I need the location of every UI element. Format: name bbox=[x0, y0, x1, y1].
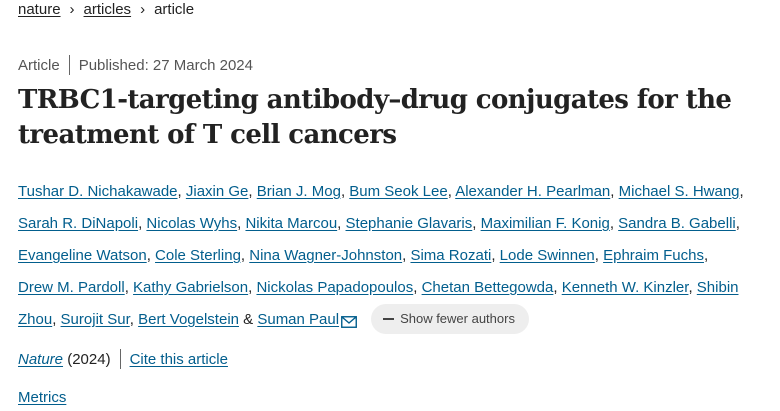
author-link-shibin[interactable]: Shibin bbox=[697, 279, 739, 296]
author-link[interactable]: Tushar D. Nichakawade bbox=[18, 183, 178, 200]
author-link[interactable]: Sandra B. Gabelli bbox=[618, 215, 736, 232]
envelope-icon[interactable] bbox=[341, 308, 358, 340]
author-link[interactable]: Drew M. Pardoll bbox=[18, 279, 125, 296]
author-link[interactable]: Stephanie Glavaris bbox=[346, 215, 473, 232]
minus-icon bbox=[383, 318, 395, 321]
journal-name-link[interactable]: Nature bbox=[18, 351, 63, 368]
author-link[interactable]: Brian J. Mog bbox=[257, 183, 341, 200]
author-link[interactable]: Alexander H. Pearlman bbox=[455, 183, 610, 200]
author-link[interactable]: Nikita Marcou bbox=[245, 215, 337, 232]
meta-divider bbox=[68, 55, 70, 75]
title-line-2: treatment of T cell cancers bbox=[18, 120, 397, 150]
breadcrumb-articles-link[interactable]: articles bbox=[84, 1, 132, 18]
author-list: Tushar D. Nichakawade, Jiaxin Ge, Brian … bbox=[18, 176, 773, 340]
author-link[interactable]: Nickolas Papadopoulos bbox=[256, 279, 413, 296]
author-link[interactable]: Nicolas Wyhs bbox=[146, 215, 237, 232]
author-link[interactable]: Sima Rozati bbox=[410, 247, 491, 264]
author-link[interactable]: Bum Seok Lee bbox=[349, 183, 447, 200]
author-link[interactable]: Maximilian F. Konig bbox=[481, 215, 610, 232]
author-link[interactable]: Nina Wagner-Johnston bbox=[249, 247, 402, 264]
author-link[interactable]: Jiaxin Ge bbox=[186, 183, 249, 200]
author-link-zhou[interactable]: Zhou bbox=[18, 311, 52, 328]
title-line-1: TRBC1-targeting antibody–drug conjugates… bbox=[18, 85, 732, 115]
show-fewer-authors-button[interactable]: Show fewer authors bbox=[371, 304, 529, 335]
author-link[interactable]: Chetan Bettegowda bbox=[422, 279, 554, 296]
journal-year: (2024) bbox=[67, 350, 111, 368]
article-type: Article bbox=[18, 56, 60, 74]
journal-row: Nature (2024) Cite this article bbox=[18, 349, 228, 369]
chevron-right-icon: › bbox=[69, 0, 75, 18]
corresponding-author-link[interactable]: Suman Paul bbox=[257, 311, 339, 328]
author-link[interactable]: Surojit Sur bbox=[61, 311, 130, 328]
breadcrumb: nature › articles › article bbox=[18, 0, 194, 18]
breadcrumb-nature-link[interactable]: nature bbox=[18, 1, 61, 18]
author-link[interactable]: Kathy Gabrielson bbox=[133, 279, 248, 296]
chevron-right-icon: › bbox=[140, 0, 146, 18]
author-link[interactable]: Sarah R. DiNapoli bbox=[18, 215, 138, 232]
article-title: TRBC1-targeting antibody–drug conjugates… bbox=[18, 83, 758, 153]
cite-article-link[interactable]: Cite this article bbox=[130, 351, 228, 368]
author-link[interactable]: Bert Vogelstein bbox=[138, 311, 239, 328]
author-link[interactable]: Michael S. Hwang bbox=[619, 183, 740, 200]
metrics-link[interactable]: Metrics bbox=[18, 389, 66, 406]
breadcrumb-current: article bbox=[154, 0, 195, 18]
article-meta: Article Published: 27 March 2024 bbox=[18, 55, 253, 75]
author-link[interactable]: Kenneth W. Kinzler bbox=[562, 279, 689, 296]
author-link[interactable]: Evangeline Watson bbox=[18, 247, 147, 264]
author-link[interactable]: Cole Sterling bbox=[155, 247, 241, 264]
author-link[interactable]: Ephraim Fuchs bbox=[603, 247, 704, 264]
journal-divider bbox=[119, 349, 121, 369]
author-link[interactable]: Lode Swinnen bbox=[500, 247, 595, 264]
published-date: Published: 27 March 2024 bbox=[78, 56, 253, 74]
